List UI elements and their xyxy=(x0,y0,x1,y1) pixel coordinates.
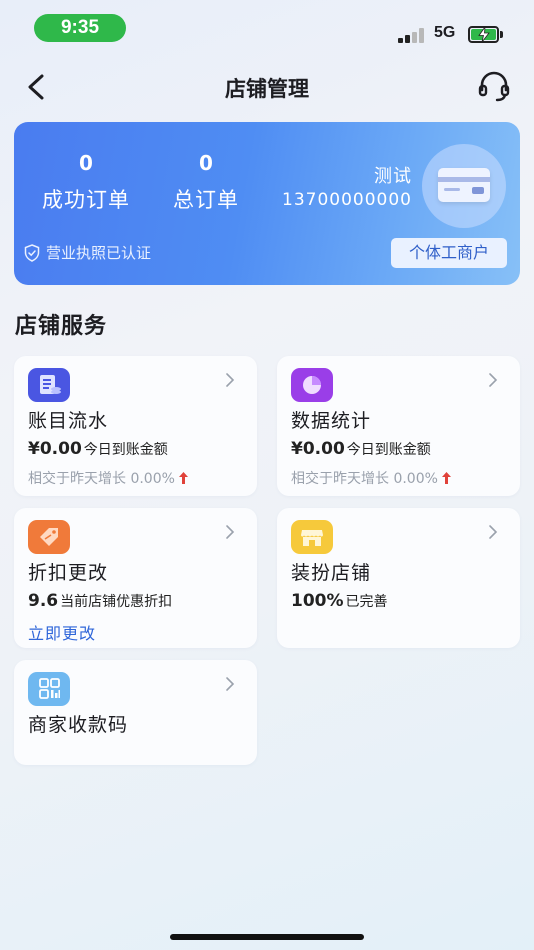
chevron-right-icon xyxy=(226,677,235,691)
status-bar: 9:35 5G xyxy=(0,0,534,56)
service-amount: 9.6 当前店铺优惠折扣 xyxy=(28,591,172,611)
service-amount-value: ¥0.00 xyxy=(291,439,345,459)
success-orders-label: 成功订单 xyxy=(42,188,130,212)
service-amount-label: 已完善 xyxy=(345,594,388,610)
service-growth: 相交于昨天增长 0.00% xyxy=(291,468,451,488)
business-type-badge[interactable]: 个体工商户 xyxy=(391,238,507,268)
section-title: 店铺服务 xyxy=(15,314,108,339)
nav-bar: 店铺管理 xyxy=(0,60,534,114)
service-amount-value: ¥0.00 xyxy=(28,439,82,459)
license-status-text: 营业执照已认证 xyxy=(46,244,152,262)
service-card-statistics[interactable]: 数据统计 ¥0.00 今日到账金额 相交于昨天增长 0.00% xyxy=(277,356,520,496)
service-card-discount[interactable]: 折扣更改 9.6 当前店铺优惠折扣 立即更改 xyxy=(14,508,257,648)
headset-icon xyxy=(478,71,510,102)
signal-icon xyxy=(398,27,426,43)
service-card-payment-qr[interactable]: 商家收款码 xyxy=(14,660,257,765)
bank-card-icon xyxy=(422,144,506,228)
shop-phone: 13700000000 xyxy=(282,190,412,210)
home-indicator[interactable] xyxy=(170,934,364,940)
discount-tag-icon xyxy=(28,520,70,554)
service-amount-value: 100% xyxy=(291,591,344,611)
arrow-up-icon xyxy=(441,472,451,484)
success-orders-stat[interactable]: 0 成功订单 xyxy=(34,150,138,214)
success-orders-value: 0 xyxy=(79,151,93,175)
storefront-icon xyxy=(291,520,333,554)
service-amount: 100% 已完善 xyxy=(291,591,388,611)
service-name: 商家收款码 xyxy=(28,714,129,736)
service-name: 折扣更改 xyxy=(28,562,109,584)
total-orders-label: 总订单 xyxy=(173,188,239,212)
customer-service-button[interactable] xyxy=(476,70,512,104)
shop-summary-card: 0 成功订单 0 总订单 测试 13700000000 营业执照已认证 个体工商… xyxy=(14,122,520,285)
service-name: 数据统计 xyxy=(291,410,372,432)
service-growth: 相交于昨天增长 0.00% xyxy=(28,468,188,488)
chevron-right-icon xyxy=(489,525,498,539)
page-title: 店铺管理 xyxy=(225,77,309,101)
chevron-right-icon xyxy=(489,373,498,387)
network-label: 5G xyxy=(434,24,456,41)
service-amount-value: 9.6 xyxy=(28,591,59,611)
ledger-icon xyxy=(28,368,70,402)
service-name: 账目流水 xyxy=(28,410,109,432)
service-growth-text: 相交于昨天增长 0.00% xyxy=(291,471,438,487)
arrow-up-icon xyxy=(178,472,188,484)
service-name: 装扮店铺 xyxy=(291,562,372,584)
pie-chart-icon xyxy=(291,368,333,402)
shop-name: 测试 xyxy=(374,166,412,187)
qr-code-icon xyxy=(28,672,70,706)
service-card-decorate[interactable]: 装扮店铺 100% 已完善 xyxy=(277,508,520,648)
service-card-ledger[interactable]: 账目流水 ¥0.00 今日到账金额 相交于昨天增长 0.00% xyxy=(14,356,257,496)
change-discount-link[interactable]: 立即更改 xyxy=(28,620,96,644)
status-time: 9:35 xyxy=(34,14,126,42)
total-orders-stat[interactable]: 0 总订单 xyxy=(166,150,246,214)
shield-check-icon xyxy=(24,243,40,262)
chevron-right-icon xyxy=(226,373,235,387)
chevron-right-icon xyxy=(226,525,235,539)
service-amount: ¥0.00 今日到账金额 xyxy=(291,439,431,459)
license-status: 营业执照已认证 xyxy=(24,242,151,263)
service-amount: ¥0.00 今日到账金额 xyxy=(28,439,168,459)
service-amount-label: 今日到账金额 xyxy=(83,442,168,458)
total-orders-value: 0 xyxy=(199,151,213,175)
battery-icon xyxy=(468,26,503,43)
service-amount-label: 当前店铺优惠折扣 xyxy=(60,594,173,610)
service-growth-text: 相交于昨天增长 0.00% xyxy=(28,471,175,487)
service-amount-label: 今日到账金额 xyxy=(346,442,431,458)
